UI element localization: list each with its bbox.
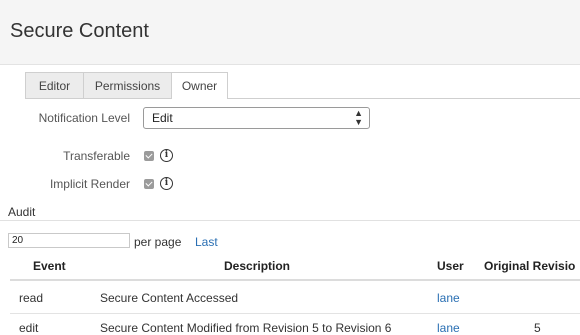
transferable-label: Transferable xyxy=(63,149,130,163)
info-icon[interactable]: i xyxy=(160,177,173,190)
table-cell-description: Secure Content Accessed xyxy=(100,291,239,305)
table-cell-description: Secure Content Modified from Revision 5 … xyxy=(100,321,392,335)
column-header-event[interactable]: Event xyxy=(33,259,66,273)
audit-heading: Audit xyxy=(8,205,36,219)
info-icon[interactable]: i xyxy=(160,149,173,162)
notification-level-row: Notification Level Edit ▲ ▼ xyxy=(0,107,580,129)
notification-level-label: Notification Level xyxy=(38,111,130,125)
notification-level-value: Edit xyxy=(152,111,173,125)
implicit-render-checkbox[interactable] xyxy=(144,179,154,189)
column-header-original-revision[interactable]: Original Revisio xyxy=(484,259,575,273)
table-cell-event: read xyxy=(19,291,44,305)
transferable-checkbox[interactable] xyxy=(144,151,154,161)
notification-level-select[interactable]: Edit ▲ ▼ xyxy=(143,107,370,129)
table-cell-event: edit xyxy=(19,321,39,335)
tab-editor[interactable]: Editor xyxy=(25,72,83,98)
column-header-user[interactable]: User xyxy=(437,259,464,273)
per-page-label: per page xyxy=(134,235,182,249)
per-page-input[interactable]: 20 xyxy=(8,233,130,248)
table-cell-user-link[interactable]: lane xyxy=(437,291,460,305)
table-cell-revision: 5 xyxy=(534,321,541,335)
tab-permissions[interactable]: Permissions xyxy=(83,72,171,98)
transferable-row: Transferable i xyxy=(0,149,580,163)
table-cell-user-link[interactable]: lane xyxy=(437,321,460,335)
implicit-render-label: Implicit Render xyxy=(49,177,130,191)
last-page-link[interactable]: Last xyxy=(195,235,218,249)
table-row-divider xyxy=(10,313,580,314)
tab-owner[interactable]: Owner xyxy=(171,72,228,99)
page-title: Secure Content xyxy=(10,20,149,42)
select-arrows-icon: ▲ ▼ xyxy=(354,108,363,127)
column-header-description[interactable]: Description xyxy=(224,259,290,273)
tab-bar: Editor Permissions Owner xyxy=(0,72,580,99)
page-header: Secure Content xyxy=(0,0,580,65)
implicit-render-row: Implicit Render i xyxy=(0,177,580,191)
table-header-divider xyxy=(10,279,580,281)
audit-divider xyxy=(0,220,580,221)
